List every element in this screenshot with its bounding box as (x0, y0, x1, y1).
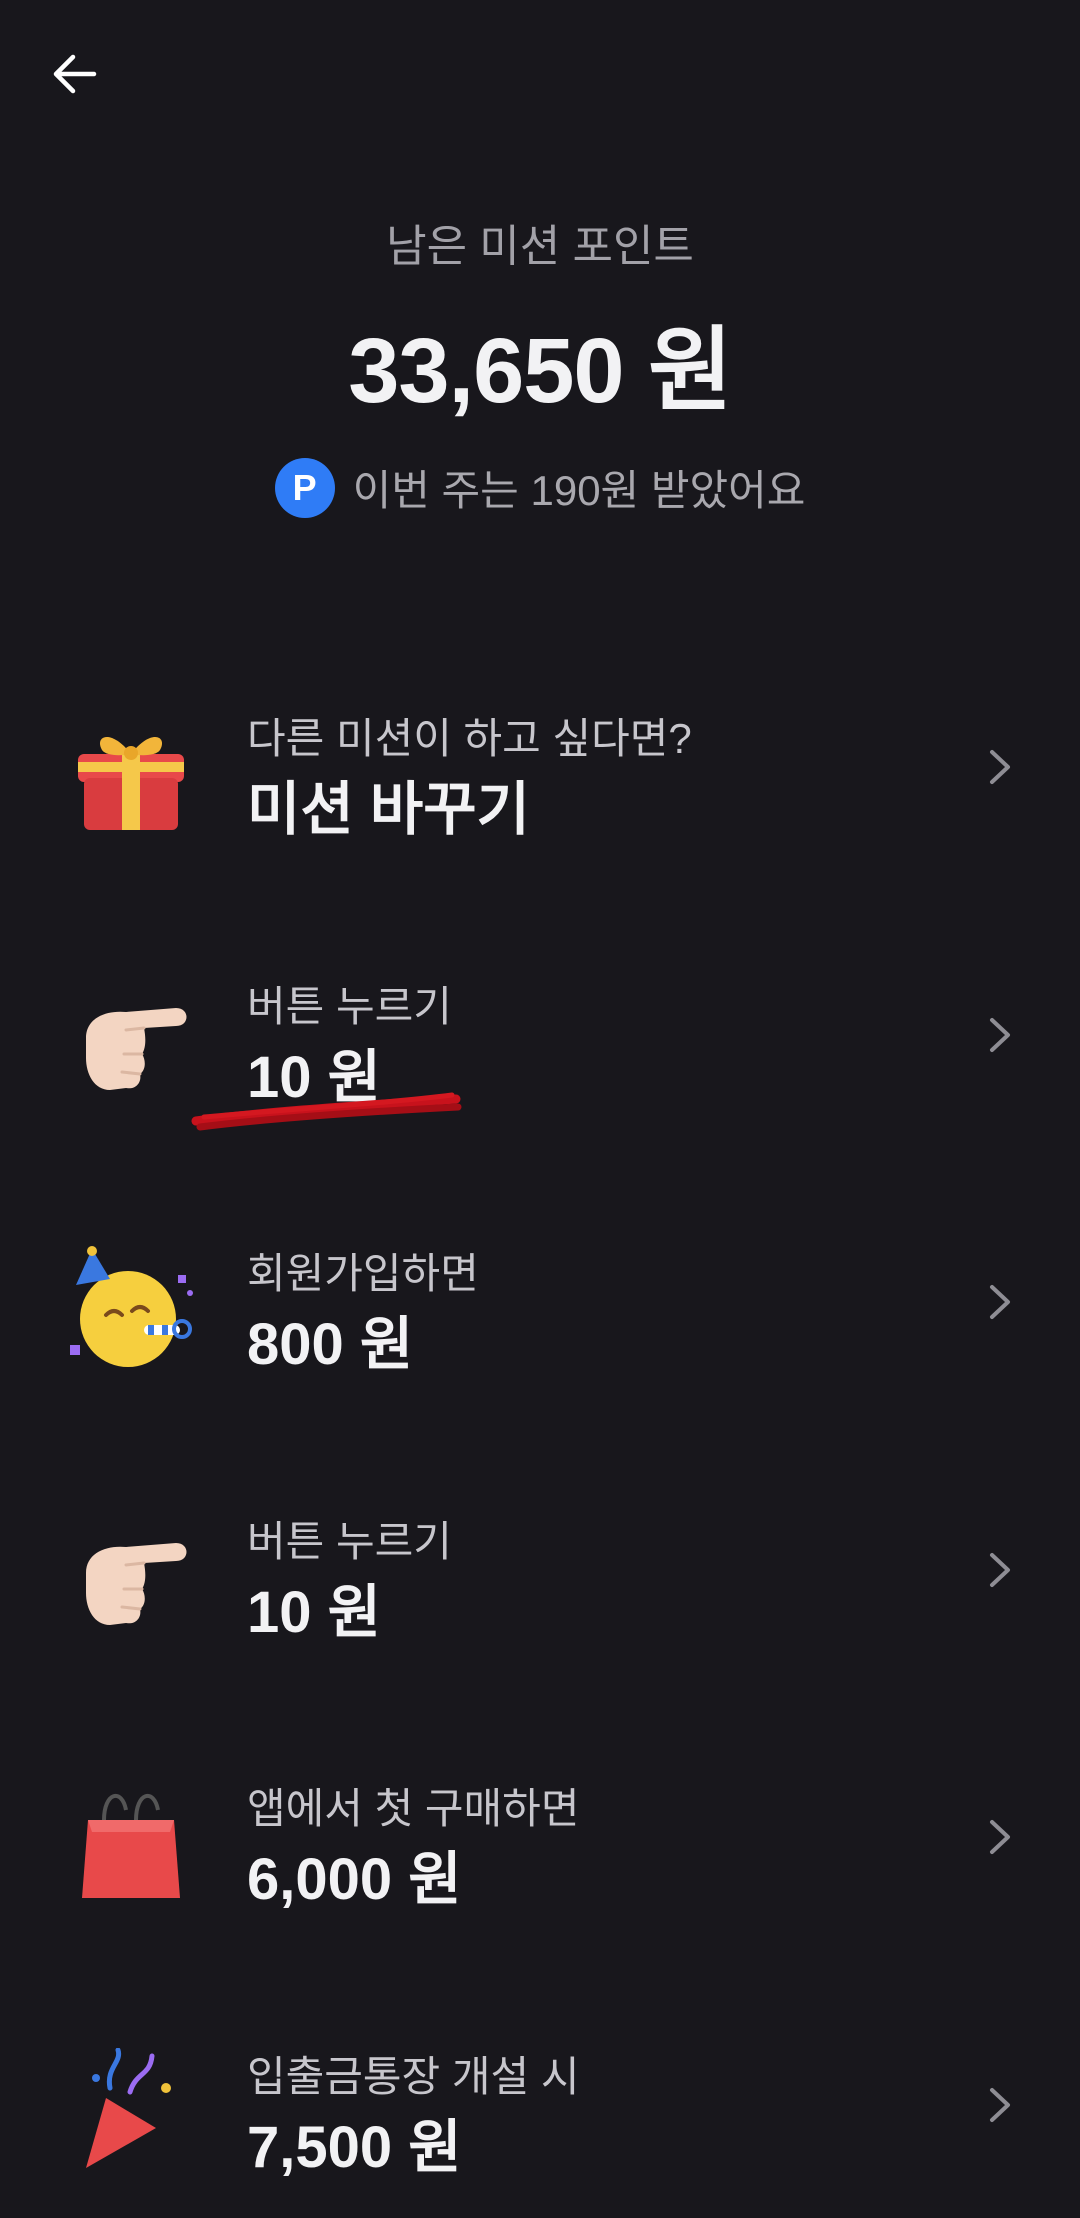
mission-label: 다른 미션이 하고 싶다면? (247, 715, 692, 762)
mission-value: 미션 바꾸기 (247, 777, 530, 842)
pointing-hand-icon (86, 1008, 187, 1090)
remaining-points-amount: 33,650 원 (348, 320, 733, 422)
gift-icon (78, 736, 184, 830)
chevron-right-icon (990, 1820, 1010, 1854)
chevron-right-icon (990, 750, 1010, 784)
mission-value: 6,000 원 (247, 1847, 462, 1912)
chevron-right-icon (990, 1018, 1010, 1052)
mission-value: 7,500 원 (247, 2115, 462, 2180)
weekly-earned-row: P 이번 주는 190원 받았어요 (0, 457, 1080, 518)
point-badge-icon: P (274, 457, 335, 518)
mission-label: 앱에서 첫 구매하면 (247, 1785, 580, 1832)
remaining-points-label: 남은 미션 포인트 (386, 222, 694, 271)
chevron-right-icon (990, 1553, 1010, 1587)
mission-row-bank-account[interactable]: 입출금통장 개설 시 7,500 원 (0, 1988, 1080, 2218)
weekly-earned-text: 이번 주는 190원 받았어요 (352, 467, 806, 514)
shopping-bag-icon (82, 1793, 180, 1898)
chevron-right-icon (990, 2088, 1010, 2122)
mission-value: 10 원 (247, 1580, 381, 1645)
party-face-icon (70, 1246, 193, 1367)
mission-row-first-purchase[interactable]: 앱에서 첫 구매하면 6,000 원 (0, 1720, 1080, 1950)
mission-row-button-press-2[interactable]: 버튼 누르기 10 원 (0, 1453, 1080, 1683)
arrow-left-icon (53, 54, 97, 94)
red-underline-scribble (191, 1092, 462, 1131)
chevron-right-icon (990, 1285, 1010, 1319)
mission-label: 버튼 누르기 (247, 983, 452, 1030)
mission-value: 800 원 (247, 1312, 414, 1377)
mission-row-change[interactable]: 다른 미션이 하고 싶다면? 미션 바꾸기 (0, 650, 1080, 880)
mission-label: 버튼 누르기 (247, 1518, 452, 1565)
pointing-hand-icon (86, 1543, 187, 1625)
mission-label: 회원가입하면 (247, 1250, 479, 1297)
party-popper-icon (86, 2048, 171, 2168)
mission-row-button-press[interactable]: 버튼 누르기 10 원 (0, 918, 1080, 1148)
back-button[interactable] (44, 44, 104, 104)
mission-row-signup[interactable]: 회원가입하면 800 원 (0, 1185, 1080, 1415)
mission-label: 입출금통장 개설 시 (247, 2053, 580, 2100)
